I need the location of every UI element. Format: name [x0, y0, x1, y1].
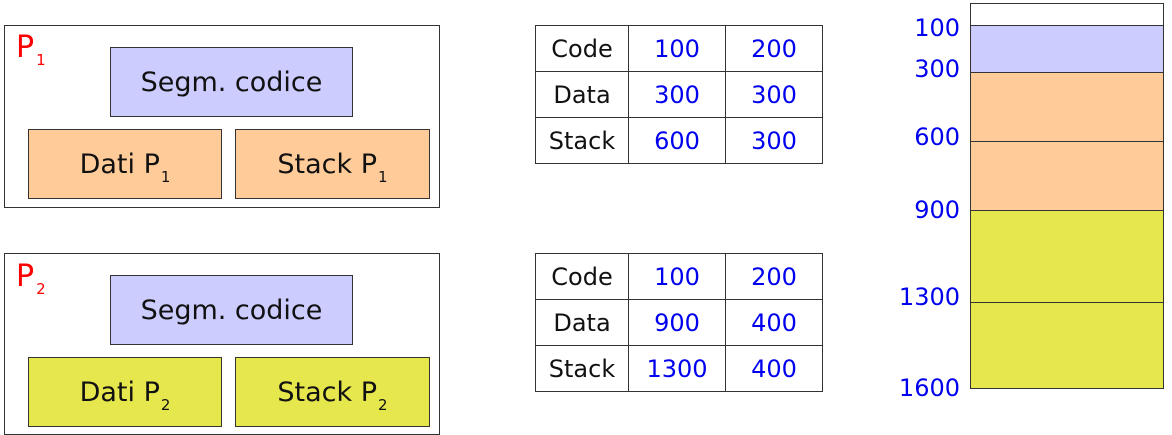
segment-base: 1300 — [628, 345, 726, 392]
segment-name: Data — [535, 299, 629, 346]
segment-name: Stack — [535, 117, 629, 164]
memory-p2-stack-segment — [971, 303, 1163, 388]
segment-limit: 300 — [725, 71, 823, 118]
memory-free-area — [971, 4, 1163, 26]
segment-table-p2: Code 100 200 Data 900 400 Stack 1300 400 — [535, 253, 823, 392]
memory-address-label: 1300 — [898, 283, 960, 311]
memory-p1-data-segment — [971, 73, 1163, 142]
table-row: Code 100 200 — [535, 25, 823, 72]
table-row: Data 300 300 — [535, 71, 823, 118]
segment-base: 100 — [628, 253, 726, 300]
table-row: Stack 1300 400 — [535, 345, 823, 392]
segment-limit: 400 — [725, 299, 823, 346]
segment-table-p1: Code 100 200 Data 300 300 Stack 600 300 — [535, 25, 823, 164]
process-p2-label: P2 — [16, 259, 46, 298]
memory-address-label: 300 — [914, 55, 960, 83]
p1-data-segment: Dati P1 — [28, 129, 222, 199]
memory-p1-stack-segment — [971, 142, 1163, 211]
process-p1-label: P1 — [16, 30, 46, 69]
p2-code-segment: Segm. codice — [110, 275, 353, 345]
segment-base: 100 — [628, 25, 726, 72]
table-row: Data 900 400 — [535, 299, 823, 346]
p2-stack-segment: Stack P2 — [235, 357, 430, 427]
table-row: Stack 600 300 — [535, 117, 823, 164]
physical-memory — [970, 3, 1164, 389]
segment-limit: 200 — [725, 253, 823, 300]
memory-p2-data-segment — [971, 211, 1163, 303]
memory-address-label: 600 — [914, 123, 960, 151]
memory-address-label: 100 — [914, 14, 960, 42]
segment-name: Stack — [535, 345, 629, 392]
segment-base: 600 — [628, 117, 726, 164]
p1-stack-segment: Stack P1 — [235, 129, 430, 199]
segment-limit: 400 — [725, 345, 823, 392]
segment-name: Code — [535, 25, 629, 72]
p2-data-segment: Dati P2 — [28, 357, 222, 427]
segment-base: 900 — [628, 299, 726, 346]
segment-base: 300 — [628, 71, 726, 118]
p1-code-segment: Segm. codice — [110, 47, 353, 117]
segment-limit: 200 — [725, 25, 823, 72]
memory-address-label: 1600 — [898, 374, 960, 402]
memory-address-label: 900 — [914, 196, 960, 224]
segment-limit: 300 — [725, 117, 823, 164]
segment-name: Data — [535, 71, 629, 118]
memory-code-segment — [971, 26, 1163, 73]
table-row: Code 100 200 — [535, 253, 823, 300]
segment-name: Code — [535, 253, 629, 300]
